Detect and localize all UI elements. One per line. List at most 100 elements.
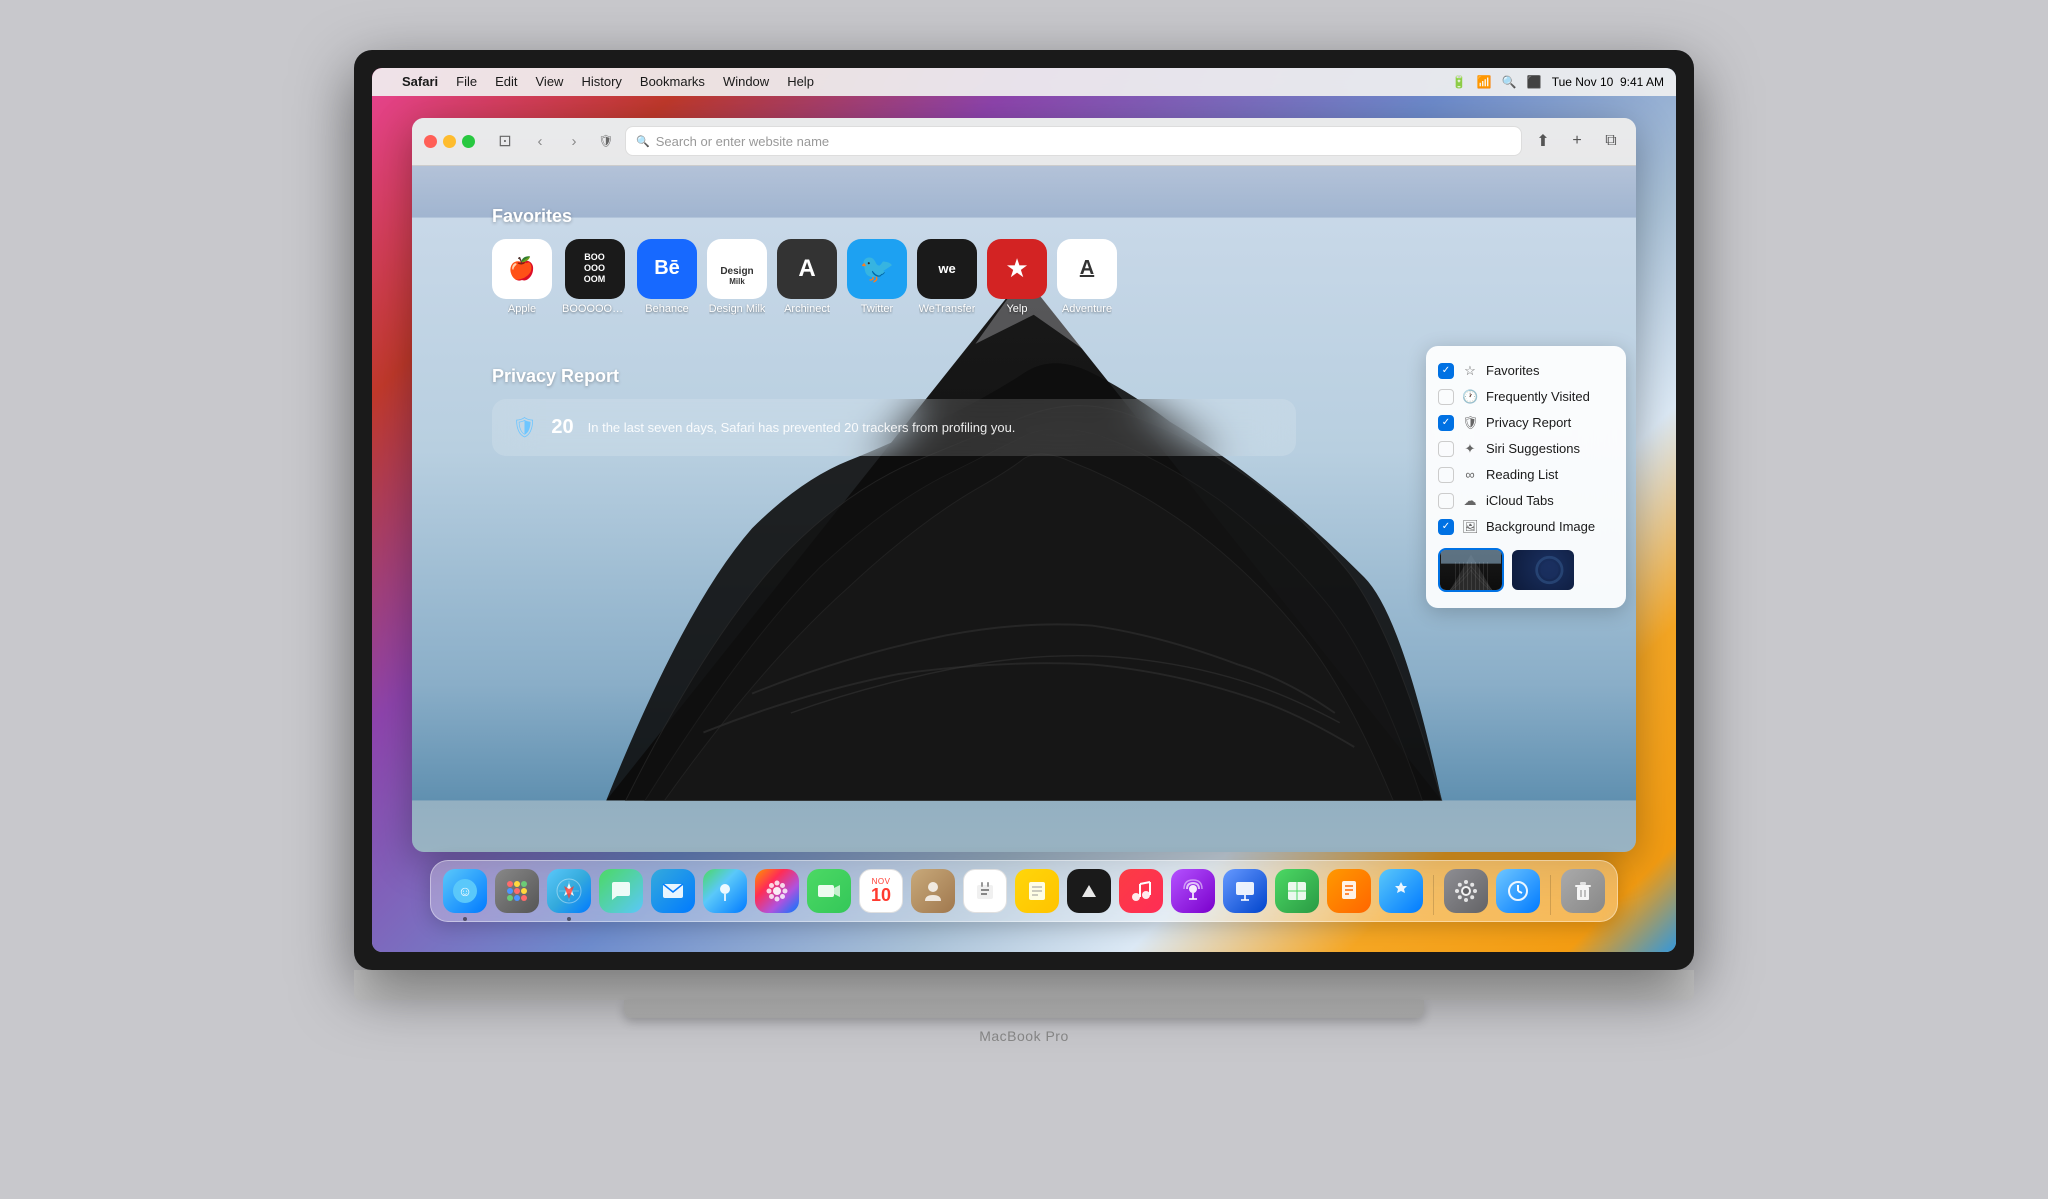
- tab-view-button[interactable]: ⊡: [491, 130, 519, 152]
- dock-podcasts[interactable]: [1169, 867, 1217, 915]
- dock-contacts[interactable]: [909, 867, 957, 915]
- dock-mail[interactable]: [649, 867, 697, 915]
- favorite-twitter[interactable]: 🐦 Twitter: [847, 239, 907, 315]
- bg-thumb-galaxy[interactable]: [1510, 548, 1576, 592]
- privacy-report-customize-icon: 🛡: [1462, 415, 1478, 431]
- dock: ☺: [430, 860, 1618, 922]
- background-image-checkbox[interactable]: ✓: [1438, 519, 1454, 535]
- dock-launchpad[interactable]: [493, 867, 541, 915]
- forward-button[interactable]: ›: [561, 128, 587, 154]
- dock-reminders[interactable]: [961, 867, 1009, 915]
- customize-reading-list[interactable]: ∞ Reading List: [1426, 462, 1626, 488]
- favorite-boooooom-icon: BOOOOOOOM: [565, 239, 625, 299]
- icloud-tabs-checkbox[interactable]: [1438, 493, 1454, 509]
- menubar-view[interactable]: View: [536, 74, 564, 89]
- menubar-search-icon[interactable]: 🔍: [1502, 75, 1517, 89]
- siri-suggestions-checkbox[interactable]: [1438, 441, 1454, 457]
- address-bar-placeholder: Search or enter website name: [656, 134, 829, 149]
- trash-icon: [1561, 869, 1605, 913]
- dock-notes[interactable]: [1013, 867, 1061, 915]
- favorite-yelp-icon: ★: [987, 239, 1047, 299]
- dock-photos[interactable]: [753, 867, 801, 915]
- customize-privacy-report[interactable]: ✓ 🛡 Privacy Report: [1426, 410, 1626, 436]
- menubar-edit[interactable]: Edit: [495, 74, 517, 89]
- siri-suggestions-label: Siri Suggestions: [1486, 441, 1614, 456]
- customize-siri-suggestions[interactable]: ✦ Siri Suggestions: [1426, 436, 1626, 462]
- dock-pages[interactable]: [1325, 867, 1373, 915]
- favorite-wetransfer[interactable]: we WeTransfer: [917, 239, 977, 315]
- favorite-archinect-icon: A: [777, 239, 837, 299]
- menubar: Safari File Edit View History Bookmarks …: [372, 68, 1676, 96]
- menubar-help[interactable]: Help: [787, 74, 814, 89]
- menubar-bookmarks[interactable]: Bookmarks: [640, 74, 705, 89]
- menubar-history[interactable]: History: [581, 74, 621, 89]
- menubar-file[interactable]: File: [456, 74, 477, 89]
- close-button[interactable]: [424, 135, 437, 148]
- background-thumbnails: [1426, 540, 1626, 596]
- dock-finder[interactable]: ☺: [441, 867, 489, 915]
- favorite-boooooom-label: BOOOOOOM: [562, 303, 627, 315]
- favorite-boooooom[interactable]: BOOOOOOOM BOOOOOOM: [562, 239, 627, 315]
- dock-calendar[interactable]: NOV 10: [857, 867, 905, 915]
- share-button[interactable]: ⬆: [1530, 128, 1556, 154]
- privacy-card[interactable]: 🛡 20 In the last seven days, Safari has …: [492, 399, 1296, 456]
- privacy-report-checkbox[interactable]: ✓: [1438, 415, 1454, 431]
- dock-trash[interactable]: [1559, 867, 1607, 915]
- back-button[interactable]: ‹: [527, 128, 553, 154]
- favorite-yelp[interactable]: ★ Yelp: [987, 239, 1047, 315]
- menubar-safari[interactable]: Safari: [402, 74, 438, 89]
- menubar-controlcenter-icon[interactable]: ⬛: [1527, 75, 1542, 89]
- reading-list-checkbox[interactable]: [1438, 467, 1454, 483]
- dock-separator: [1433, 875, 1434, 915]
- new-tab-button[interactable]: +: [1564, 128, 1590, 154]
- keynote-icon: [1223, 869, 1267, 913]
- customize-frequently-visited[interactable]: 🕐 Frequently Visited: [1426, 384, 1626, 410]
- bg-thumb-mountain[interactable]: [1438, 548, 1504, 592]
- favorite-adventure[interactable]: A Adventure: [1057, 239, 1117, 315]
- dock-music[interactable]: [1117, 867, 1165, 915]
- favorite-apple[interactable]: 🍎 Apple: [492, 239, 552, 315]
- icloud-tabs-label: iCloud Tabs: [1486, 493, 1614, 508]
- facetime-icon: [807, 869, 851, 913]
- tabs-button[interactable]: ⧉: [1598, 128, 1624, 154]
- customize-background-image[interactable]: ✓ 🖼 Background Image: [1426, 514, 1626, 540]
- dock-numbers[interactable]: [1273, 867, 1321, 915]
- dock-separator-2: [1550, 875, 1551, 915]
- dock-keynote[interactable]: [1221, 867, 1269, 915]
- finder-dot: [463, 917, 467, 921]
- dock-maps[interactable]: [701, 867, 749, 915]
- menubar-right: 🔋 📶 🔍 ⬛ Tue Nov 10 9:41 AM: [1452, 75, 1664, 89]
- favorite-archinect[interactable]: A Archinect: [777, 239, 837, 315]
- favorite-twitter-icon: 🐦: [847, 239, 907, 299]
- customize-icloud-tabs[interactable]: ☁ iCloud Tabs: [1426, 488, 1626, 514]
- frequently-visited-label: Frequently Visited: [1486, 389, 1614, 404]
- messages-icon: [599, 869, 643, 913]
- dock-system-preferences[interactable]: [1442, 867, 1490, 915]
- toolbar-actions: ⬆ + ⧉: [1530, 128, 1624, 154]
- dock-safari[interactable]: [545, 867, 593, 915]
- favorites-checkbox[interactable]: ✓: [1438, 363, 1454, 379]
- calendar-day-label: 10: [871, 886, 891, 904]
- dock-messages[interactable]: [597, 867, 645, 915]
- dock-appletv[interactable]: [1065, 867, 1113, 915]
- address-bar[interactable]: 🔍 Search or enter website name: [625, 126, 1522, 156]
- fullscreen-button[interactable]: [462, 135, 475, 148]
- macbook-foot: [624, 1000, 1424, 1018]
- customize-favorites[interactable]: ✓ ☆ Favorites: [1426, 358, 1626, 384]
- music-icon: [1119, 869, 1163, 913]
- mail-icon: [651, 869, 695, 913]
- favorite-behance[interactable]: Bē Behance: [637, 239, 697, 315]
- frequently-visited-checkbox[interactable]: [1438, 389, 1454, 405]
- reading-list-label: Reading List: [1486, 467, 1614, 482]
- favorite-apple-label: Apple: [508, 303, 536, 315]
- browser-window: ⊡ ‹ › 🛡 🔍 Search or enter website name ⬆…: [412, 118, 1636, 852]
- favorite-designmilk[interactable]: Design Milk Design Milk: [707, 239, 767, 315]
- minimize-button[interactable]: [443, 135, 456, 148]
- favorite-behance-icon: Bē: [637, 239, 697, 299]
- menubar-window[interactable]: Window: [723, 74, 769, 89]
- dock-screentime[interactable]: [1494, 867, 1542, 915]
- dock-appstore[interactable]: [1377, 867, 1425, 915]
- search-icon: 🔍: [636, 135, 650, 148]
- macbook-bottom-bezel: [354, 970, 1694, 1000]
- dock-facetime[interactable]: [805, 867, 853, 915]
